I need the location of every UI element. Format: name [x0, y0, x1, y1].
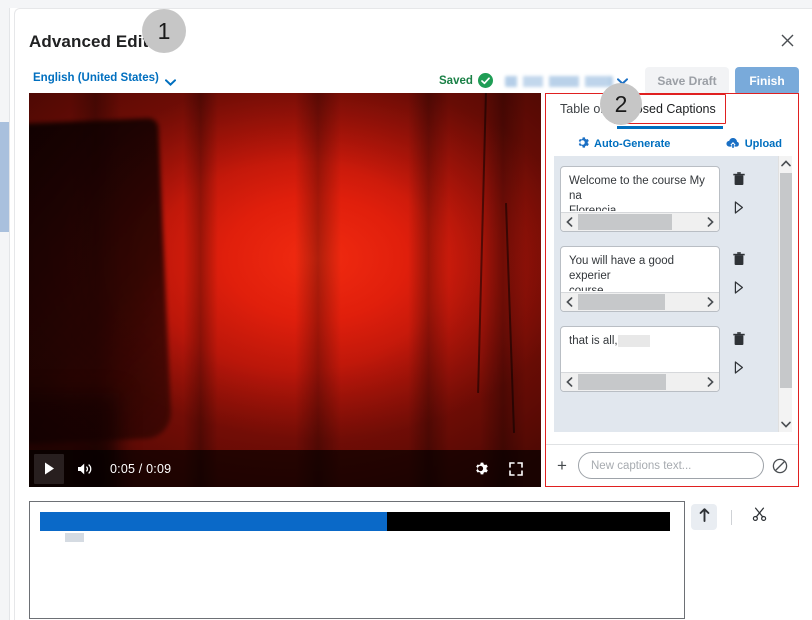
caption-card: Welcome to the course My naFlorencia.	[560, 166, 772, 236]
vscroll-thumb[interactable]	[780, 173, 792, 388]
scissors-icon	[752, 507, 767, 527]
trash-icon[interactable]	[730, 250, 748, 268]
hscroll-track[interactable]	[578, 373, 702, 391]
advanced-editing-window: Advanced Editing English (United States)…	[0, 0, 812, 620]
caption-card-actions	[730, 166, 748, 216]
timeline-track[interactable]	[40, 512, 670, 531]
upload-label: Upload	[744, 138, 782, 150]
auto-generate-button[interactable]: Auto-Generate	[576, 136, 670, 152]
callout-badge-2: 2	[600, 83, 642, 125]
trim-button[interactable]	[691, 504, 717, 530]
video-control-bar: 0:05 / 0:09	[29, 450, 541, 487]
timeline-toolbar	[691, 501, 801, 533]
caption-selection	[617, 335, 650, 347]
saved-label: Saved	[439, 74, 473, 87]
arrow-up-icon	[699, 507, 710, 527]
video-player[interactable]: 0:05 / 0:09	[29, 93, 541, 487]
captions-vertical-scrollbar[interactable]	[778, 156, 792, 432]
cut-button[interactable]	[746, 504, 772, 530]
caption-text: You will have a good experiercourse,	[569, 255, 678, 291]
finish-button[interactable]: Finish	[735, 67, 799, 95]
auto-generate-label: Auto-Generate	[594, 138, 671, 150]
plus-icon[interactable]: +	[552, 456, 572, 476]
caption-text: Welcome to the course My naFlorencia.	[569, 175, 709, 211]
captions-actions: Auto-Generate Upload	[554, 132, 790, 156]
callout-badge-1: 1	[142, 9, 186, 53]
modal-header: Advanced Editing	[15, 9, 812, 61]
upload-button[interactable]: Upload	[726, 137, 782, 152]
timeline-remaining-segment[interactable]	[386, 512, 670, 531]
chevron-right-icon[interactable]	[702, 213, 719, 231]
new-caption-row: +	[546, 444, 798, 486]
caption-hscrollbar[interactable]	[561, 372, 719, 391]
play-triangle-icon[interactable]	[730, 358, 748, 376]
caption-textbox[interactable]: You will have a good experiercourse,	[560, 246, 720, 312]
chevron-up-icon[interactable]	[779, 156, 793, 171]
captions-list[interactable]: Welcome to the course My naFlorencia.	[554, 156, 778, 432]
hscroll-thumb[interactable]	[578, 214, 673, 230]
timeline-editor[interactable]	[29, 501, 685, 619]
page-gutter-top	[0, 0, 812, 8]
video-frame	[29, 93, 541, 487]
closed-captions-panel: Table of Co Closed Captions Auto-Generat…	[545, 93, 799, 487]
save-draft-button[interactable]: Save Draft	[645, 67, 729, 95]
modal-dialog: Advanced Editing English (United States)…	[14, 8, 812, 620]
chevron-down-icon[interactable]	[779, 417, 793, 432]
play-triangle-icon[interactable]	[730, 198, 748, 216]
gutter-divider	[9, 8, 10, 620]
hscroll-track[interactable]	[578, 213, 702, 231]
hscroll-track[interactable]	[578, 293, 702, 311]
block-icon[interactable]	[770, 456, 790, 476]
check-circle-icon	[477, 73, 493, 88]
caption-textbox[interactable]: Welcome to the course My naFlorencia.	[560, 166, 720, 232]
gear-icon[interactable]	[467, 456, 493, 482]
caption-text: that is all,	[561, 327, 719, 371]
saved-status: Saved	[439, 73, 493, 88]
caption-card-actions	[730, 326, 748, 376]
caption-card: You will have a good experiercourse,	[560, 246, 772, 316]
language-label: English (United States)	[33, 72, 159, 84]
caption-hscrollbar[interactable]	[561, 212, 719, 231]
video-time-display: 0:05 / 0:09	[110, 461, 172, 476]
play-triangle-icon[interactable]	[730, 278, 748, 296]
caption-textbox[interactable]: that is all,	[560, 326, 720, 392]
chevron-left-icon[interactable]	[561, 213, 578, 231]
close-icon[interactable]	[776, 29, 798, 51]
trash-icon[interactable]	[730, 330, 748, 348]
cloud-upload-icon	[726, 137, 740, 152]
hscroll-thumb[interactable]	[578, 374, 667, 390]
chevron-left-icon[interactable]	[561, 293, 578, 311]
timeline-played-segment[interactable]	[40, 512, 387, 531]
language-selector[interactable]: English (United States)	[33, 72, 176, 86]
caption-card-actions	[730, 246, 748, 296]
auto-generate-icon	[576, 136, 589, 152]
trash-icon[interactable]	[730, 170, 748, 188]
chevron-left-icon[interactable]	[561, 373, 578, 391]
play-icon[interactable]	[34, 453, 64, 484]
toolbar-divider	[731, 509, 732, 525]
new-caption-input[interactable]	[578, 452, 764, 479]
timeline-playhead-handle[interactable]	[65, 533, 84, 542]
caption-card: that is all,	[560, 326, 772, 396]
captions-tab-bar: Table of Co Closed Captions	[546, 94, 798, 130]
volume-icon[interactable]	[72, 456, 98, 482]
redacted-value	[505, 75, 613, 87]
fullscreen-icon[interactable]	[503, 456, 529, 482]
caption-hscrollbar[interactable]	[561, 292, 719, 311]
chevron-right-icon[interactable]	[702, 373, 719, 391]
left-accent-bar	[0, 122, 9, 232]
chevron-right-icon[interactable]	[702, 293, 719, 311]
hscroll-thumb[interactable]	[578, 294, 665, 310]
